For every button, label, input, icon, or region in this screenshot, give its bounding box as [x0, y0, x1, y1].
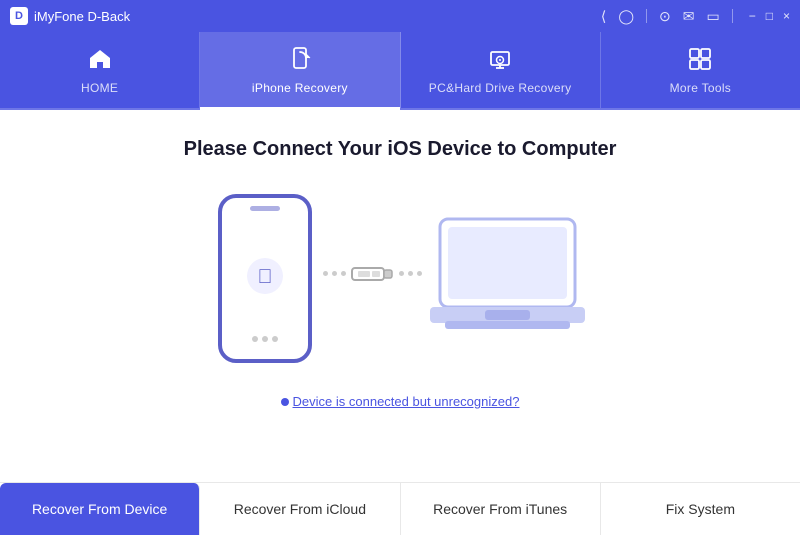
nav-label-home: HOME — [81, 81, 118, 95]
cable-dot — [417, 271, 422, 276]
nav-label-pc-drive-recovery: PC&Hard Drive Recovery — [429, 81, 572, 95]
maximize-button[interactable]: □ — [766, 9, 773, 23]
title-bar: D iMyFone D-Back ⟨ ◯ ⊙ ✉ ▭ − □ × — [0, 0, 800, 32]
laptop-illustration — [430, 214, 585, 344]
main-content: Please Connect Your iOS Device to Comput… — [0, 110, 800, 535]
tab-recover-itunes[interactable]: Recover From iTunes — [401, 483, 601, 535]
settings-icon[interactable]: ⊙ — [659, 8, 671, 25]
help-link-text: Device is connected but unrecognized? — [293, 394, 520, 409]
phone-illustration:  — [215, 191, 315, 366]
email-icon[interactable]: ✉ — [683, 8, 695, 25]
cable-dot — [323, 271, 328, 276]
nav-label-more-tools: More Tools — [670, 81, 731, 95]
cable-dot — [408, 271, 413, 276]
window-icon[interactable]: ▭ — [706, 8, 719, 25]
app-title: iMyFone D-Back — [34, 9, 130, 24]
tab-recover-device[interactable]: Recover From Device — [0, 483, 200, 535]
nav-item-pc-drive-recovery[interactable]: PC&Hard Drive Recovery — [401, 32, 601, 108]
nav-item-more-tools[interactable]: More Tools — [601, 32, 800, 108]
cable-dot — [399, 271, 404, 276]
minimize-button[interactable]: − — [749, 9, 756, 23]
help-link[interactable]: Device is connected but unrecognized? — [281, 394, 520, 409]
title-bar-left: D iMyFone D-Back — [10, 7, 130, 25]
home-icon — [87, 46, 113, 76]
cable-dot — [341, 271, 346, 276]
svg-text::  — [258, 266, 273, 288]
nav-item-home[interactable]: HOME — [0, 32, 200, 108]
nav-item-iphone-recovery[interactable]: iPhone Recovery — [200, 32, 400, 108]
cable-area — [323, 260, 422, 288]
nav-bar: HOME iPhone Recovery PC&Hard Drive Recov… — [0, 32, 800, 110]
tab-fix-system[interactable]: Fix System — [601, 483, 800, 535]
pc-drive-icon — [487, 46, 513, 76]
close-button[interactable]: × — [783, 9, 790, 23]
more-tools-icon — [687, 46, 713, 76]
user-icon[interactable]: ◯ — [618, 8, 634, 25]
title-bar-right: ⟨ ◯ ⊙ ✉ ▭ − □ × — [601, 8, 790, 25]
help-dot-icon — [281, 398, 289, 406]
nav-label-iphone-recovery: iPhone Recovery — [252, 81, 348, 95]
usb-plug-icon — [350, 260, 395, 288]
share-icon[interactable]: ⟨ — [601, 8, 606, 25]
divider — [646, 9, 647, 23]
app-logo: D — [10, 7, 28, 25]
iphone-recovery-icon — [287, 46, 313, 76]
bottom-tabs: Recover From Device Recover From iCloud … — [0, 482, 800, 535]
illustration:  — [215, 191, 585, 366]
divider2 — [732, 9, 733, 23]
connect-title: Please Connect Your iOS Device to Comput… — [184, 138, 617, 161]
window-controls: − □ × — [749, 9, 790, 23]
cable-dot — [332, 271, 337, 276]
tab-recover-icloud[interactable]: Recover From iCloud — [200, 483, 400, 535]
